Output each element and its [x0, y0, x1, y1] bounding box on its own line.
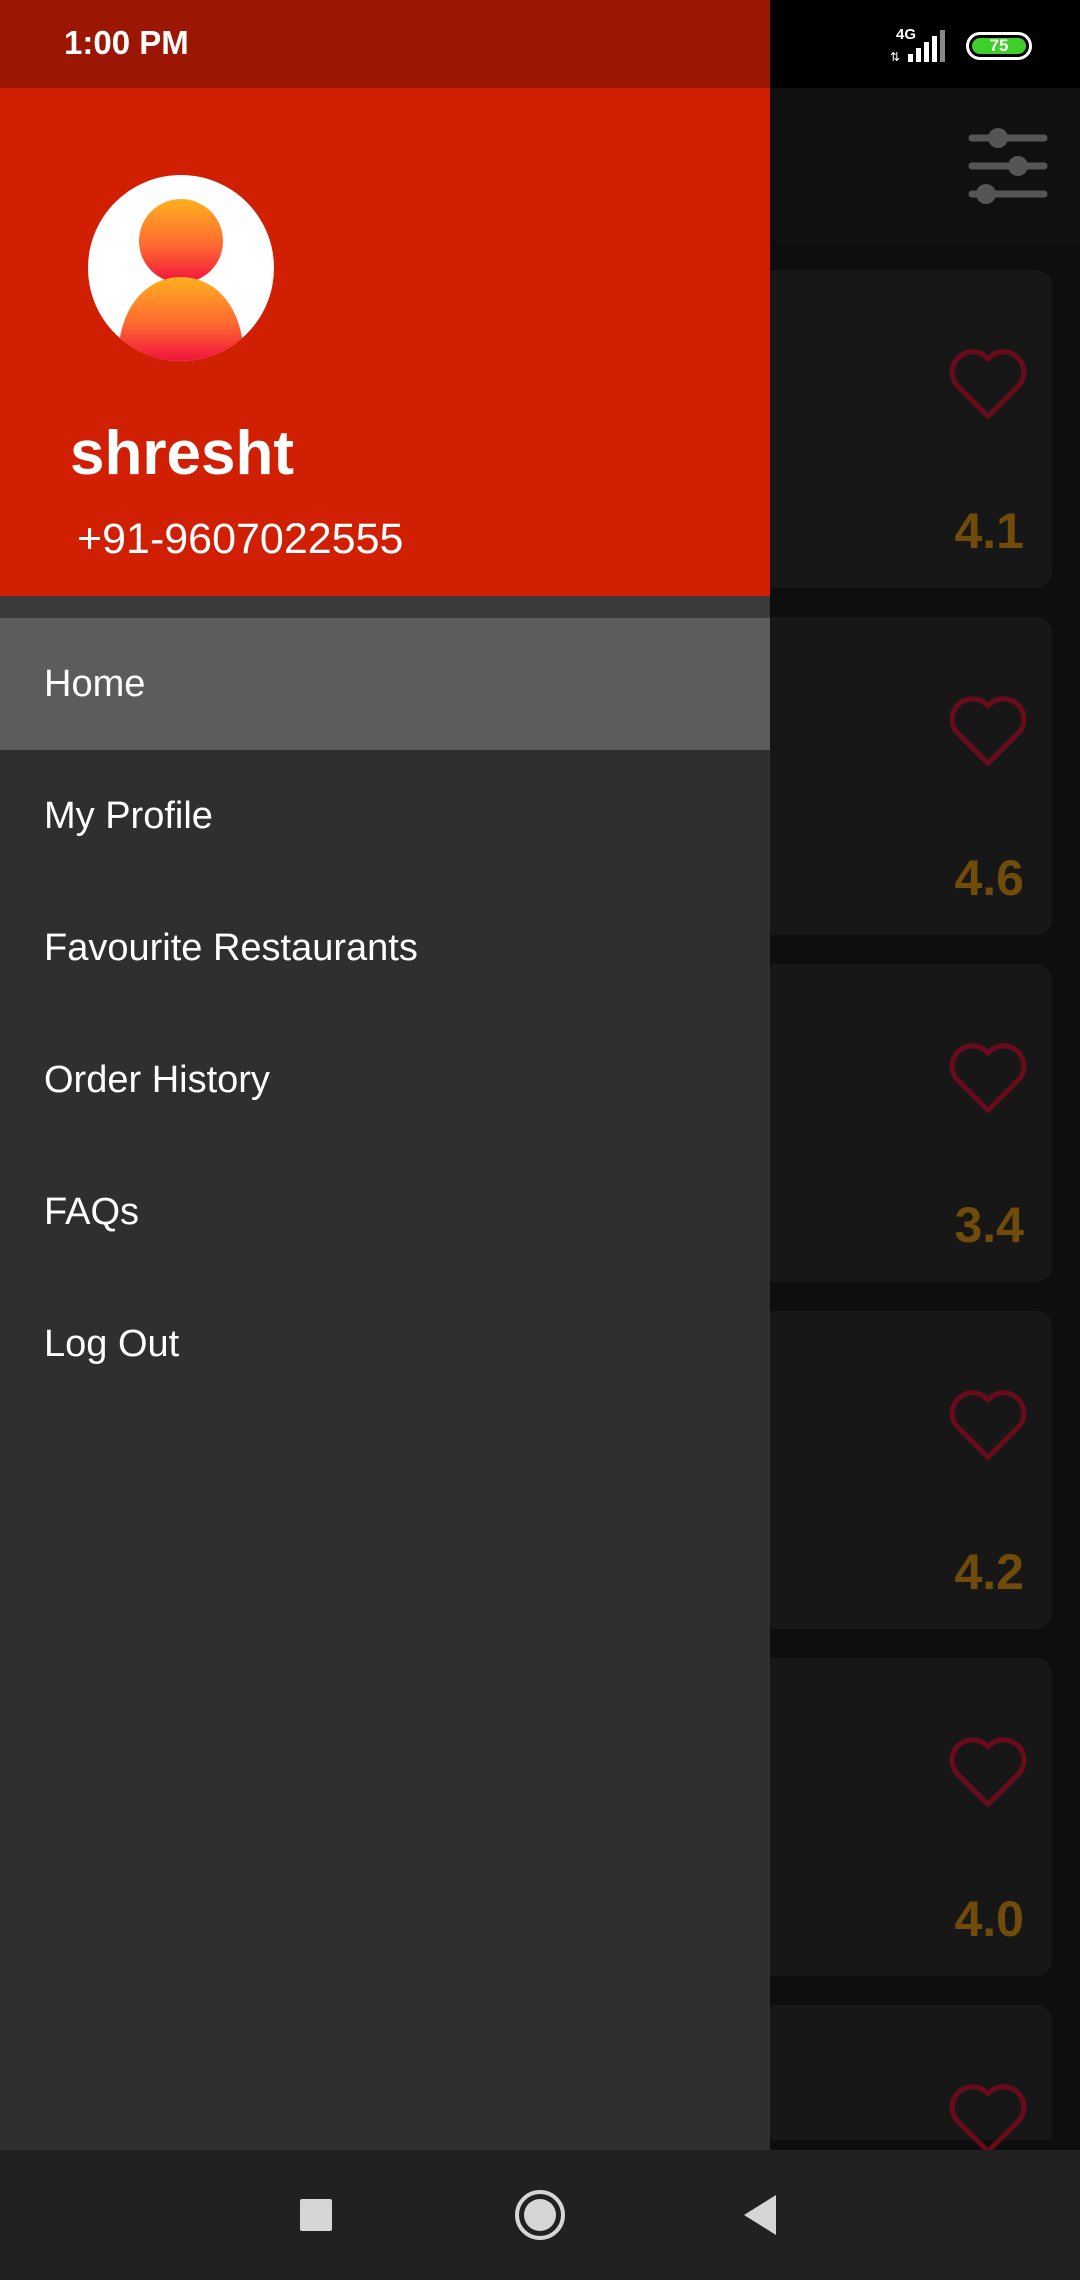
screen: 4.1 4.6 3.4 4.2 4.0 1:00 PM 4G ⇅ 75 shre…	[0, 0, 1080, 2280]
system-nav-bar	[0, 2150, 1080, 2280]
svg-text:⇅: ⇅	[890, 50, 900, 62]
menu-item-favourite-restaurants[interactable]: Favourite Restaurants	[0, 882, 770, 1014]
menu-item-faqs[interactable]: FAQs	[0, 1146, 770, 1278]
drawer-header: shresht +91-9607022555	[0, 88, 770, 596]
divider	[0, 596, 770, 618]
home-circle-icon[interactable]	[508, 2183, 572, 2247]
status-bar: 1:00 PM 4G ⇅ 75	[0, 0, 1080, 88]
menu-item-home[interactable]: Home	[0, 618, 770, 750]
drawer-menu: Home My Profile Favourite Restaurants Or…	[0, 618, 770, 1410]
menu-item-my-profile[interactable]: My Profile	[0, 750, 770, 882]
user-phone: +91-9607022555	[77, 515, 404, 563]
user-name: shresht	[70, 419, 294, 488]
recents-square-icon[interactable]	[284, 2183, 348, 2247]
battery-icon: 75	[966, 32, 1032, 60]
menu-item-order-history[interactable]: Order History	[0, 1014, 770, 1146]
back-triangle-icon[interactable]	[728, 2183, 792, 2247]
avatar[interactable]	[88, 175, 274, 361]
menu-item-log-out[interactable]: Log Out	[0, 1278, 770, 1410]
signal-icon: ⇅	[890, 30, 945, 62]
navigation-drawer: shresht +91-9607022555 Home My Profile F…	[0, 88, 770, 2150]
battery-level: 75	[972, 37, 1026, 54]
status-time: 1:00 PM	[64, 24, 189, 61]
user-avatar-icon	[118, 199, 244, 361]
